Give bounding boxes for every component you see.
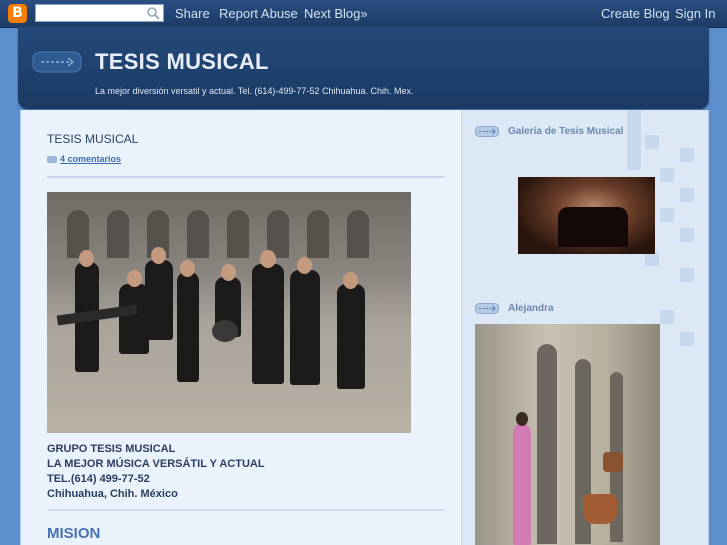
decoration xyxy=(680,268,694,282)
decoration xyxy=(627,110,641,170)
widget-title-alejandra: Alejandra xyxy=(508,303,554,314)
decoration xyxy=(645,252,659,266)
post-divider xyxy=(47,509,445,511)
musician-figure xyxy=(177,272,199,382)
report-abuse-link[interactable]: Report Abuse xyxy=(219,0,298,27)
search-input[interactable] xyxy=(35,4,164,22)
arch-shape xyxy=(347,210,369,258)
decoration xyxy=(660,168,674,182)
plant-pot xyxy=(583,494,617,524)
arrow-icon xyxy=(32,51,82,73)
widget-title-gallery: Galería de Tesis Musical xyxy=(508,126,624,137)
musician-head xyxy=(127,270,142,287)
post-line: GRUPO TESIS MUSICAL xyxy=(47,443,176,455)
group-silhouette xyxy=(558,207,628,247)
blogger-logo-icon[interactable]: B xyxy=(8,4,27,23)
band-photo[interactable] xyxy=(47,192,411,433)
content-area: TESIS MUSICAL 4 comentarios GRUPO TESIS … xyxy=(20,110,709,545)
musician-head xyxy=(79,250,94,267)
comments-link[interactable]: 4 comentarios xyxy=(47,154,121,164)
arch-shape xyxy=(227,210,249,258)
blog-title[interactable]: TESIS MUSICAL xyxy=(95,49,269,75)
musician-figure xyxy=(145,260,173,340)
musician-figure xyxy=(337,284,365,389)
musician-head xyxy=(221,264,236,281)
search-icon[interactable] xyxy=(146,6,160,20)
post-divider xyxy=(47,176,445,178)
next-blog-link[interactable]: Next Blog» xyxy=(304,0,368,27)
decoration xyxy=(645,135,659,149)
drum-shape xyxy=(212,320,238,342)
comment-icon xyxy=(47,156,57,164)
musician-head xyxy=(297,257,312,274)
musician-head xyxy=(151,247,166,264)
sign-in-link[interactable]: Sign In xyxy=(675,0,715,27)
sidebar: Galería de Tesis Musical Alejandra xyxy=(461,110,708,545)
post-line: Chihuahua, Chih. México xyxy=(47,488,178,500)
arrow-icon xyxy=(475,126,499,137)
comments-label: 4 comentarios xyxy=(60,154,122,164)
blog-description: La mejor diversión versatil y actual. Te… xyxy=(95,86,414,96)
musician-head xyxy=(260,250,276,268)
blog-header: TESIS MUSICAL La mejor diversión versati… xyxy=(18,27,709,109)
main-column: TESIS MUSICAL 4 comentarios GRUPO TESIS … xyxy=(21,110,461,545)
gallery-photo[interactable] xyxy=(518,177,655,254)
post-line: TEL.(614) 499-77-52 xyxy=(47,473,150,485)
arch-shape xyxy=(307,210,329,258)
arch-shape xyxy=(187,210,209,258)
musician-figure xyxy=(290,270,320,385)
decoration xyxy=(660,310,674,324)
decoration xyxy=(680,332,694,346)
singer-figure xyxy=(513,424,531,545)
musician-head xyxy=(343,272,358,289)
decoration xyxy=(680,148,694,162)
musician-figure xyxy=(252,264,284,384)
decoration xyxy=(660,208,674,222)
decoration xyxy=(680,228,694,242)
arch-shape xyxy=(537,344,557,544)
arch-shape xyxy=(107,210,129,258)
arrow-icon xyxy=(475,303,499,314)
singer-head xyxy=(516,412,528,426)
post-line: LA MEJOR MÚSICA VERSÁTIL Y ACTUAL xyxy=(47,458,265,470)
share-link[interactable]: Share xyxy=(175,0,210,27)
decoration xyxy=(680,188,694,202)
create-blog-link[interactable]: Create Blog xyxy=(601,0,670,27)
plant-pot xyxy=(603,452,623,472)
post-title: TESIS MUSICAL xyxy=(47,132,139,146)
blogger-navbar: B Share Report Abuse Next Blog» Create B… xyxy=(0,0,727,28)
musician-head xyxy=(180,260,195,277)
alejandra-photo[interactable] xyxy=(475,324,660,545)
mision-heading: MISION xyxy=(47,525,101,542)
